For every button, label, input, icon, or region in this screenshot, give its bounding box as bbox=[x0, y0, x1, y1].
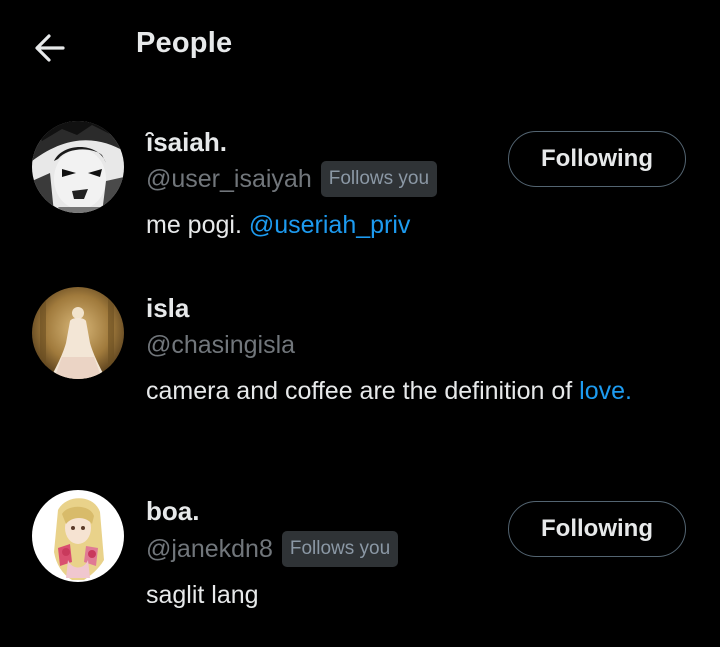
back-button[interactable] bbox=[30, 30, 70, 66]
blonde-girl-avatar bbox=[32, 490, 124, 582]
following-button[interactable]: Following bbox=[508, 131, 686, 187]
bio-text: me pogi. bbox=[146, 211, 249, 239]
bio-text: saglit lang bbox=[146, 581, 259, 609]
handle-row: @chasingisla bbox=[146, 326, 295, 364]
top-bar: People bbox=[0, 0, 720, 96]
manga-character-avatar bbox=[32, 121, 124, 213]
avatar[interactable] bbox=[32, 121, 124, 213]
bio-link[interactable]: love. bbox=[579, 377, 632, 405]
display-name: isla bbox=[146, 293, 190, 323]
follows-you-badge: Follows you bbox=[281, 531, 399, 567]
follows-you-badge: Follows you bbox=[320, 161, 438, 197]
following-button[interactable]: Following bbox=[508, 501, 686, 557]
bio: me pogi. @useriah_priv bbox=[146, 206, 666, 244]
bio-text: camera and coffee are the definition of bbox=[146, 377, 580, 405]
display-name: boa. bbox=[146, 496, 200, 526]
page-title: People bbox=[136, 27, 233, 59]
username-handle: @chasingisla bbox=[146, 330, 296, 359]
bio: saglit lang bbox=[146, 576, 666, 614]
display-name: ȋsaiah. bbox=[146, 127, 227, 157]
handle-row: @janekdn8 Follows you bbox=[146, 530, 399, 568]
handle-row: @user_isaiyah Follows you bbox=[146, 160, 438, 198]
bio: camera and coffee are the definition of … bbox=[146, 372, 646, 410]
arrow-left-icon bbox=[35, 34, 65, 62]
gown-woman-avatar bbox=[32, 287, 124, 379]
bio-mention-link[interactable]: @useriah_priv bbox=[249, 211, 411, 239]
username-handle: @user_isaiyah bbox=[146, 164, 312, 193]
username-handle: @janekdn8 bbox=[146, 534, 273, 563]
avatar[interactable] bbox=[32, 490, 124, 582]
avatar[interactable] bbox=[32, 287, 124, 379]
